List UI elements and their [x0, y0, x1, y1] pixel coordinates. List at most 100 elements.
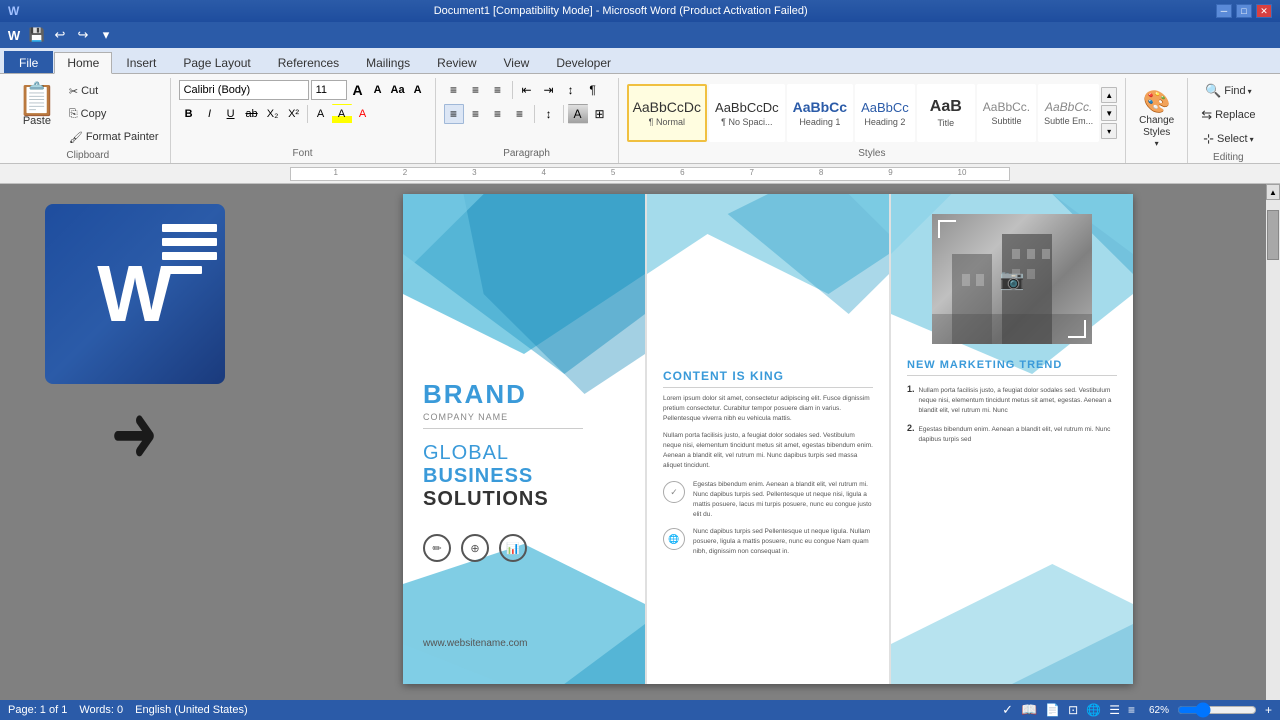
- view-layout-button[interactable]: 📄: [1045, 703, 1060, 717]
- tab-insert[interactable]: Insert: [113, 51, 169, 73]
- icon-pen[interactable]: ✏: [423, 534, 451, 562]
- cut-button[interactable]: ✂ Cut: [64, 80, 164, 102]
- view-draft-button[interactable]: ≡: [1128, 703, 1135, 717]
- restore-button[interactable]: □: [1236, 4, 1252, 18]
- brand-name: BRAND: [423, 379, 583, 410]
- select-button[interactable]: ⊹ Select ▾: [1198, 128, 1259, 150]
- increase-indent-button[interactable]: ⇥: [539, 80, 559, 100]
- zoom-in-button[interactable]: +: [1265, 703, 1272, 717]
- font-color-button[interactable]: A: [353, 104, 373, 124]
- styles-expand-button[interactable]: ▾: [1101, 123, 1117, 139]
- track-changes-icon[interactable]: ✓: [1002, 702, 1013, 718]
- change-styles-button[interactable]: 🎨 ChangeStyles ▾: [1134, 84, 1179, 153]
- multilevel-list-button[interactable]: ≡: [488, 80, 508, 100]
- change-styles-group: 🎨 ChangeStyles ▾: [1126, 78, 1188, 163]
- align-left-button[interactable]: ≡: [444, 104, 464, 124]
- sort-button[interactable]: ↕: [561, 80, 581, 100]
- italic-button[interactable]: I: [200, 104, 220, 124]
- icon-bar[interactable]: 📊: [499, 534, 527, 562]
- tagline-line1: GLOBAL: [423, 442, 549, 465]
- tab-home[interactable]: Home: [54, 52, 112, 74]
- align-right-button[interactable]: ≡: [488, 104, 508, 124]
- camera-icon: 📷: [1000, 267, 1025, 292]
- icon-chart[interactable]: ⊕: [461, 534, 489, 562]
- style-subtle-emphasis[interactable]: AaBbCc. Subtle Em...: [1038, 84, 1099, 142]
- font-group: A A Aa A B I U ab X₂ X² A A A Font: [171, 78, 436, 163]
- clear-format-button[interactable]: A: [409, 81, 427, 99]
- align-center-button[interactable]: ≡: [466, 104, 486, 124]
- font-family-selector[interactable]: [179, 80, 309, 100]
- tagline-section: GLOBAL BUSINESS SOLUTIONS: [423, 442, 549, 511]
- zoom-slider[interactable]: [1177, 702, 1257, 718]
- scroll-thumb[interactable]: [1267, 210, 1279, 260]
- replace-button[interactable]: ⇆ Replace: [1196, 104, 1260, 126]
- text-effects-button[interactable]: A: [311, 104, 331, 124]
- undo-button[interactable]: ↩: [50, 25, 70, 45]
- borders-button[interactable]: ⊞: [590, 104, 610, 124]
- bold-button[interactable]: B: [179, 104, 199, 124]
- font-size-selector[interactable]: [311, 80, 347, 100]
- style-no-spacing[interactable]: AaBbCcDc ¶ No Spaci...: [709, 84, 785, 142]
- text-highlight-button[interactable]: A: [332, 104, 352, 124]
- tab-review[interactable]: Review: [424, 51, 489, 73]
- website-url: www.websitename.com: [423, 638, 527, 649]
- underline-button[interactable]: U: [221, 104, 241, 124]
- redo-button[interactable]: ↪: [73, 25, 93, 45]
- page-count: Page: 1 of 1: [8, 704, 67, 716]
- show-marks-button[interactable]: ¶: [583, 80, 603, 100]
- view-full-screen-button[interactable]: ⊡: [1068, 703, 1078, 717]
- brand-section: BRAND COMPANY NAME: [423, 379, 583, 429]
- customize-qa-button[interactable]: ▾: [96, 25, 116, 45]
- marketing-item1: Nullam porta facilisis justo, a feugiat …: [919, 386, 1117, 415]
- scroll-up-button[interactable]: ▲: [1266, 184, 1280, 200]
- copy-button[interactable]: ⎘ Copy: [64, 103, 164, 125]
- styles-label: Styles: [627, 146, 1118, 161]
- word-icon: W: [8, 4, 19, 18]
- style-heading1[interactable]: AaBbCc Heading 1: [787, 84, 853, 142]
- window-title: Document1 [Compatibility Mode] - Microso…: [25, 5, 1216, 17]
- tagline-line3: SOLUTIONS: [423, 488, 549, 511]
- editing-group: 🔍 Find ▾ ⇆ Replace ⊹ Select ▾ Editing: [1188, 78, 1268, 163]
- style-subtitle[interactable]: AaBbCc. Subtitle: [977, 84, 1036, 142]
- line-spacing-button[interactable]: ↕: [539, 104, 559, 124]
- close-button[interactable]: ✕: [1256, 4, 1272, 18]
- ruler: 12345678910: [0, 164, 1280, 184]
- strikethrough-button[interactable]: ab: [242, 104, 262, 124]
- shading-button[interactable]: A: [568, 104, 588, 124]
- font-grow-button[interactable]: A: [349, 81, 367, 99]
- content-heading: CONTENT IS KING: [663, 369, 873, 383]
- find-button[interactable]: 🔍 Find ▾: [1200, 80, 1257, 102]
- tab-developer[interactable]: Developer: [543, 51, 624, 73]
- numbering-button[interactable]: ≡: [466, 80, 486, 100]
- styles-up-button[interactable]: ▲: [1101, 87, 1117, 103]
- bullets-button[interactable]: ≡: [444, 80, 464, 100]
- view-outline-button[interactable]: ☰: [1109, 703, 1120, 717]
- minimize-button[interactable]: ─: [1216, 4, 1232, 18]
- style-title[interactable]: AaB Title: [917, 84, 975, 142]
- status-bar: Page: 1 of 1 Words: 0 English (United St…: [0, 700, 1280, 720]
- superscript-button[interactable]: X²: [284, 104, 304, 124]
- spell-check-icon[interactable]: 📖: [1021, 702, 1037, 718]
- save-button[interactable]: 💾: [27, 25, 47, 45]
- styles-down-button[interactable]: ▼: [1101, 105, 1117, 121]
- style-normal[interactable]: AaBbCcDc ¶ Normal: [627, 84, 707, 142]
- tab-references[interactable]: References: [265, 51, 352, 73]
- tab-file[interactable]: File: [4, 51, 53, 73]
- tab-mailings[interactable]: Mailings: [353, 51, 423, 73]
- format-painter-button[interactable]: 🖌 Format Painter: [64, 126, 164, 148]
- view-web-button[interactable]: 🌐: [1086, 703, 1101, 717]
- style-heading2[interactable]: AaBbCc Heading 2: [855, 84, 915, 142]
- tab-page-layout[interactable]: Page Layout: [170, 51, 263, 73]
- brochure-panel-right: 📷 NEW MARKETING TREND 1. Nullam porta fa…: [891, 194, 1133, 684]
- paste-button[interactable]: 📋 Paste: [12, 80, 62, 148]
- subscript-button[interactable]: X₂: [263, 104, 283, 124]
- decrease-indent-button[interactable]: ⇤: [517, 80, 537, 100]
- content-text2: Nullam porta facilisis justo, a feugiat …: [663, 431, 873, 470]
- word-logo-small: W: [4, 25, 24, 45]
- font-shrink-button[interactable]: A: [369, 81, 387, 99]
- ribbon: 📋 Paste ✂ Cut ⎘ Copy 🖌 Format Painter Cl…: [0, 74, 1280, 164]
- change-case-button[interactable]: Aa: [389, 81, 407, 99]
- company-name: COMPANY NAME: [423, 412, 583, 422]
- tab-view[interactable]: View: [491, 51, 543, 73]
- justify-button[interactable]: ≡: [510, 104, 530, 124]
